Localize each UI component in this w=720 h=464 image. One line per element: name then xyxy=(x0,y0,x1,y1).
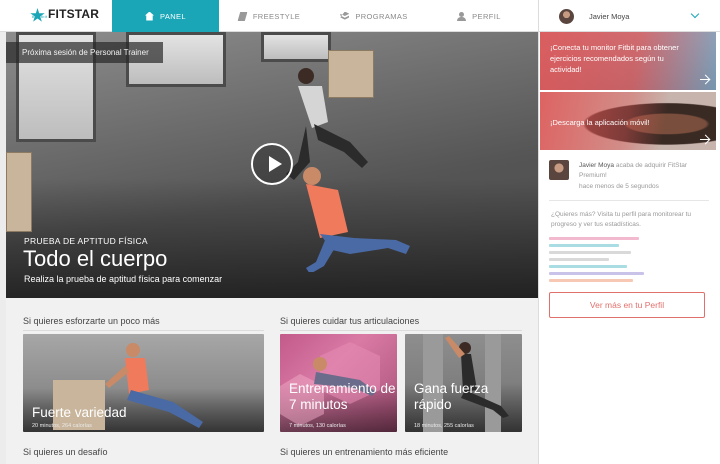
promo-connect-fitbit[interactable]: ¡Conecta tu monitor Fitbit para obtener … xyxy=(540,32,716,90)
sidebar: ¡Conecta tu monitor Fitbit para obtener … xyxy=(538,32,720,464)
nav-tab-programas[interactable]: PROGRAMAS xyxy=(319,0,429,32)
background-window-image xyxy=(261,32,331,62)
profile-icon xyxy=(457,11,467,21)
nav-tab-perfil[interactable]: PERFIL xyxy=(429,0,529,32)
section-heading: Si quieres esforzarte un poco más xyxy=(23,316,160,326)
user-name: Javier Moya xyxy=(589,11,630,21)
recommendations-area: Si quieres esforzarte un poco más Si qui… xyxy=(6,298,538,464)
stats-bar xyxy=(549,258,609,261)
hero-title: Todo el cuerpo xyxy=(23,246,168,271)
activity-time: hace menos de 5 segundos xyxy=(579,183,659,190)
nav-tab-label: PANEL xyxy=(159,11,187,21)
nav-tab-freestyle[interactable]: FREESTYLE xyxy=(219,0,319,32)
hero-kicker: PRUEBA DE APTITUD FÍSICA xyxy=(24,236,148,246)
nav-tab-panel[interactable]: PANEL xyxy=(112,0,219,32)
background-box-image xyxy=(6,152,32,232)
logo-text: FITSTAR xyxy=(48,7,100,21)
top-navigation-bar: FITSTAR by fitbit PANEL FREESTYLE PROGRA… xyxy=(0,0,720,32)
promo-text: ¡Descarga la aplicación móvil! xyxy=(550,118,650,127)
view-profile-button[interactable]: Ver más en tu Perfil xyxy=(549,292,705,318)
logo-subtext: by fitbit xyxy=(32,14,48,19)
avatar xyxy=(549,160,569,180)
profile-invite-text: ¿Quieres más? Visita tu perfil para moni… xyxy=(551,211,692,228)
section-divider xyxy=(23,330,264,331)
stats-bar xyxy=(549,265,627,268)
stats-bar xyxy=(549,237,639,240)
promo-download-app[interactable]: ¡Descarga la aplicación móvil! xyxy=(540,92,716,150)
play-icon[interactable] xyxy=(251,143,293,185)
workout-card-fuerte-variedad[interactable]: Fuerte variedad 20 minutos, 264 calorías xyxy=(23,334,264,432)
activity-feed-item: Javier Moya acaba de adquirir FitStar Pr… xyxy=(549,160,709,196)
avatar xyxy=(559,8,574,24)
activity-text: Javier Moya acaba de adquirir FitStar Pr… xyxy=(579,161,709,181)
workout-card-gana-fuerza[interactable]: Gana fuerza rápido 18 minutos, 255 calor… xyxy=(405,334,522,432)
stats-bar xyxy=(549,244,619,247)
chevron-down-icon[interactable] xyxy=(690,9,700,19)
next-session-badge: Próxima sesión de Personal Trainer xyxy=(6,42,163,63)
arrow-right-icon xyxy=(700,136,710,144)
card-meta: 7 minutos, 130 calorías xyxy=(289,423,346,429)
stats-bar xyxy=(549,279,633,282)
programs-icon xyxy=(340,11,350,20)
home-icon xyxy=(144,11,154,21)
section-heading: Si quieres un desafío xyxy=(23,447,108,457)
arrow-right-icon xyxy=(700,76,710,84)
hero-banner[interactable]: Próxima sesión de Personal Trainer PRUEB… xyxy=(6,32,538,298)
divider xyxy=(549,200,709,201)
stats-bar xyxy=(549,272,644,275)
section-divider xyxy=(280,330,522,331)
card-meta: 20 minutos, 264 calorías xyxy=(32,423,92,429)
nav-tab-label: FREESTYLE xyxy=(252,11,301,21)
activity-user[interactable]: Javier Moya xyxy=(579,162,614,169)
user-menu[interactable]: Javier Moya xyxy=(539,0,720,32)
card-title: Fuerte variedad xyxy=(32,405,127,420)
stats-preview xyxy=(549,237,709,287)
section-heading: Si quieres un entrenamiento más eficient… xyxy=(280,447,449,457)
workout-card-7-minutos[interactable]: Entrenamiento de 7 minutos 7 minutos, 13… xyxy=(280,334,397,432)
freestyle-icon xyxy=(237,12,247,21)
stats-bar xyxy=(549,251,631,254)
athletes-image xyxy=(286,68,410,272)
card-title: Gana fuerza rápido xyxy=(414,381,489,412)
card-title: Entrenamiento de 7 minutos xyxy=(289,381,396,412)
promo-text: ¡Conecta tu monitor Fitbit para obtener … xyxy=(550,43,679,74)
card-meta: 18 minutos, 255 calorías xyxy=(414,423,474,429)
hero-subtitle: Realiza la prueba de aptitud física para… xyxy=(24,274,223,284)
nav-tab-label: PERFIL xyxy=(472,11,501,21)
section-heading: Si quieres cuidar tus articulaciones xyxy=(280,316,420,326)
nav-tab-label: PROGRAMAS xyxy=(355,11,408,21)
